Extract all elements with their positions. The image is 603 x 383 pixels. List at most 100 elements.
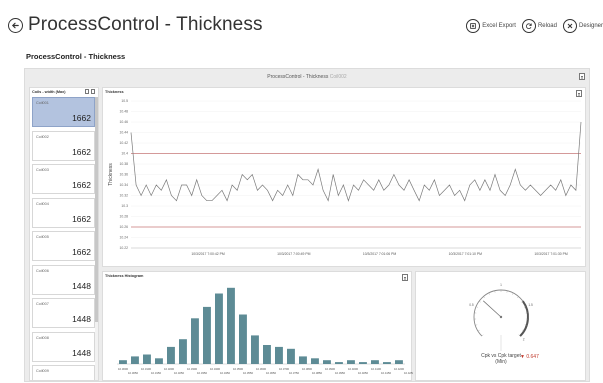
page-subtitle: ProcessControl - Thickness [26,52,126,61]
top-actions: Excel Export Reload Designer [466,19,603,33]
coil-value: 1448 [72,280,91,291]
coil-card[interactable]: Coil007 1448 [32,298,95,328]
coil-card[interactable]: Coil003 1662 [32,164,95,194]
gauge-tick [479,300,481,303]
coil-card[interactable]: Coil001 1662 [32,97,95,127]
x-tick-label: 10.3550 [243,371,254,375]
x-tick-label: 10.3000 [118,367,129,371]
histogram-bar [359,362,367,364]
gauge-tick [488,292,490,295]
cpk-gauge: 0.5 1 1.5 2 [469,283,533,351]
coil-id: Coil009 [36,369,49,373]
x-tick-label: 10.4000 [348,367,359,371]
dashboard-title: ProcessControl - Thickness Coil002 [25,74,589,80]
x-tick-label: 10.3150 [151,371,162,375]
thickness-series-line [130,121,582,202]
x-tick-label: 10.4250 [404,371,413,375]
coil-list-scrollbar[interactable] [95,97,98,380]
x-tick-label: 10.3050 [128,371,139,375]
coil-list: Coil001 1662 Coil002 1662 Coil003 1662 Coil004… [32,97,95,380]
x-tick-label: 10/3/2017 7:01:30 PM [534,252,568,256]
x-tick-label: 10.3700 [279,367,290,371]
coil-id: Coil001 [36,101,49,105]
excel-export-button[interactable]: Excel Export [466,19,516,33]
coil-card[interactable]: Coil006 1448 [32,264,95,295]
x-tick-label: 10.3450 [220,371,231,375]
gauge-value-text: 0.647 [526,354,539,360]
y-tick-label: 10.42 [120,141,129,145]
arrow-left-icon [11,22,19,29]
designer-button[interactable]: Designer [562,19,603,33]
dashboard-title-suffix: Coil002 [329,74,347,80]
histogram-bar [239,314,247,364]
scrollbar-thumb[interactable] [95,97,98,322]
excel-export-icon [466,19,481,33]
coil-id: Coil006 [36,268,49,273]
gauge-tick [475,306,478,308]
y-tick-label: 10.32 [120,194,129,198]
coil-card[interactable]: Coil005 1662 [32,231,95,261]
y-tick-label: 10.4 [121,152,128,156]
coil-id: Coil007 [36,302,49,306]
y-tick-label: 10.3 [121,204,128,208]
coil-card[interactable]: Coil002 1662 [32,130,95,161]
x-tick-label: 10.3750 [289,371,300,375]
sort-icon[interactable] [91,89,95,94]
x-tick-label: 10.3800 [302,367,313,371]
dashboard: ProcessControl - Thickness Coil002 Coils… [24,68,590,382]
thickness-histogram: 10.300010.305010.310010.315010.320010.32… [117,287,413,375]
x-tick-label: 10.4050 [358,371,369,375]
gauge-panel: 0.5 1 1.5 2 Cpk vs Cpk target (Min) ▼ 0.647 [415,271,586,381]
x-tick-label: 10/3/2017 7:01:10 PM [449,252,483,256]
dashboard-export-icon[interactable] [579,73,585,80]
histogram-bar [167,346,175,364]
x-tick-label: 10.4150 [381,371,392,375]
coil-card[interactable]: Coil009 [32,365,95,380]
y-tick-label: 10.28 [120,215,129,219]
app-header: ProcessControl - Thickness Excel Export … [0,0,603,44]
histogram-bar [323,360,331,364]
x-tick-label: 10/3/2017 7:00:49 PM [277,252,311,256]
histogram-bar [203,306,211,364]
histogram-bar [119,360,127,364]
y-tick-label: 10.38 [120,162,129,166]
reload-button[interactable]: Reload [521,19,557,33]
y-tick-label: 10.22 [120,246,129,250]
y-tick-label: 10.36 [120,173,129,177]
x-tick-label: 10.4200 [394,367,405,371]
x-tick-label: 10/3/2017 7:01:06 PM [363,252,397,256]
coil-card[interactable]: Coil008 1448 [32,331,95,362]
x-tick-label: 10/3/2017 7:00:42 PM [191,252,225,256]
gauge-hub [499,315,503,319]
gauge-tick [512,292,514,295]
histogram-bar [131,356,139,364]
x-tick-label: 10.3200 [164,367,175,371]
export-icon[interactable] [85,89,89,94]
gauge-arc [473,289,529,337]
histogram-bar [395,360,403,364]
x-tick-label: 10.3300 [187,367,198,371]
thickness-chart-panel: Thickness 10.22 10.24 10.26 10.28 10.3 10.32 1… [102,87,586,267]
y-tick-label: 10.5 [121,99,128,103]
gauge-tick [477,329,480,332]
reload-icon [521,19,536,33]
gauge-value: ▼ 0.647 [520,354,539,360]
histogram-bar [371,360,379,364]
gauge-tick-label: 0.5 [469,303,474,307]
histogram-bar [179,339,187,364]
coil-id: Coil003 [36,168,49,172]
coil-card[interactable]: Coil004 1662 [32,197,95,228]
gauge-tick-label: 2 [523,338,525,342]
x-tick-label: 10.3100 [141,367,152,371]
x-tick-label: 10.3850 [312,371,323,375]
gauge-needle [482,300,502,318]
histogram-bar [143,354,151,364]
histogram-bar [215,293,223,364]
coil-value: 1662 [72,180,91,190]
gauge-tick [517,296,519,299]
back-button[interactable] [8,18,23,33]
y-tick-label: 10.34 [120,183,129,187]
coil-list-header-icons [85,89,95,94]
reload-label: Reload [537,23,557,29]
x-tick-label: 10.3400 [210,367,221,371]
